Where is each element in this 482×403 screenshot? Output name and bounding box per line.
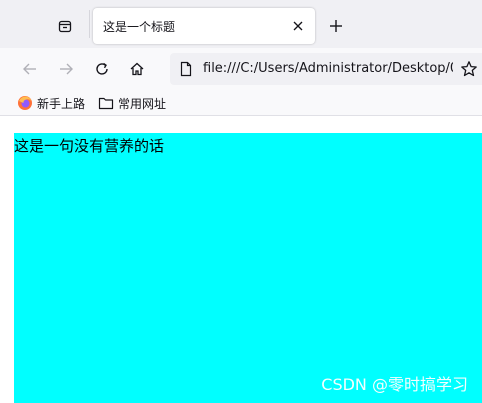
url-text[interactable]: file:///C:/Users/Administrator/Desktop/0… [203,61,453,76]
tab-separator [89,10,90,38]
browser-window: 这是一个标题 file:///C:/Users/Administrator/De… [0,0,482,403]
page-viewport: 这是一句没有营养的话 CSDN @零时搞学习 [0,117,482,403]
url-bar[interactable]: file:///C:/Users/Administrator/Desktop/0… [170,53,482,85]
forward-button[interactable] [53,56,79,82]
back-arrow-icon [23,63,36,75]
bookmark-label: 常用网址 [118,96,167,111]
bookmark-folder-common-sites[interactable]: 常用网址 [98,94,166,112]
bookmark-getting-started[interactable]: 新手上路 [17,94,85,112]
folder-icon [98,97,114,110]
star-icon [461,61,477,77]
active-tab[interactable]: 这是一个标题 [93,8,315,44]
tab-close-button[interactable] [289,17,307,35]
forward-arrow-icon [60,63,73,75]
cyan-content-block: 这是一句没有营养的话 CSDN @零时搞学习 [14,133,482,403]
tab-strip: 这是一个标题 [0,0,482,48]
close-icon [293,21,303,31]
bookmark-label: 新手上路 [37,96,86,111]
back-button[interactable] [17,56,43,82]
bookmarks-bar: 新手上路 常用网址 [0,90,482,116]
navigation-bar: file:///C:/Users/Administrator/Desktop/0… [0,48,482,90]
reload-button[interactable] [89,56,115,82]
firefox-icon [18,96,32,110]
watermark: CSDN @零时搞学习 [321,375,468,394]
tab-overview-icon [58,20,72,33]
tab-overview-button[interactable] [52,13,78,39]
home-button[interactable] [124,56,150,82]
new-tab-button[interactable] [323,13,349,39]
page-text: 这是一句没有营养的话 [14,137,165,155]
reload-icon [96,62,108,75]
home-icon [130,62,144,76]
bookmark-star-button[interactable] [458,58,480,80]
page-icon [180,61,192,77]
plus-icon [330,20,342,32]
tab-title: 这是一个标题 [103,20,176,34]
